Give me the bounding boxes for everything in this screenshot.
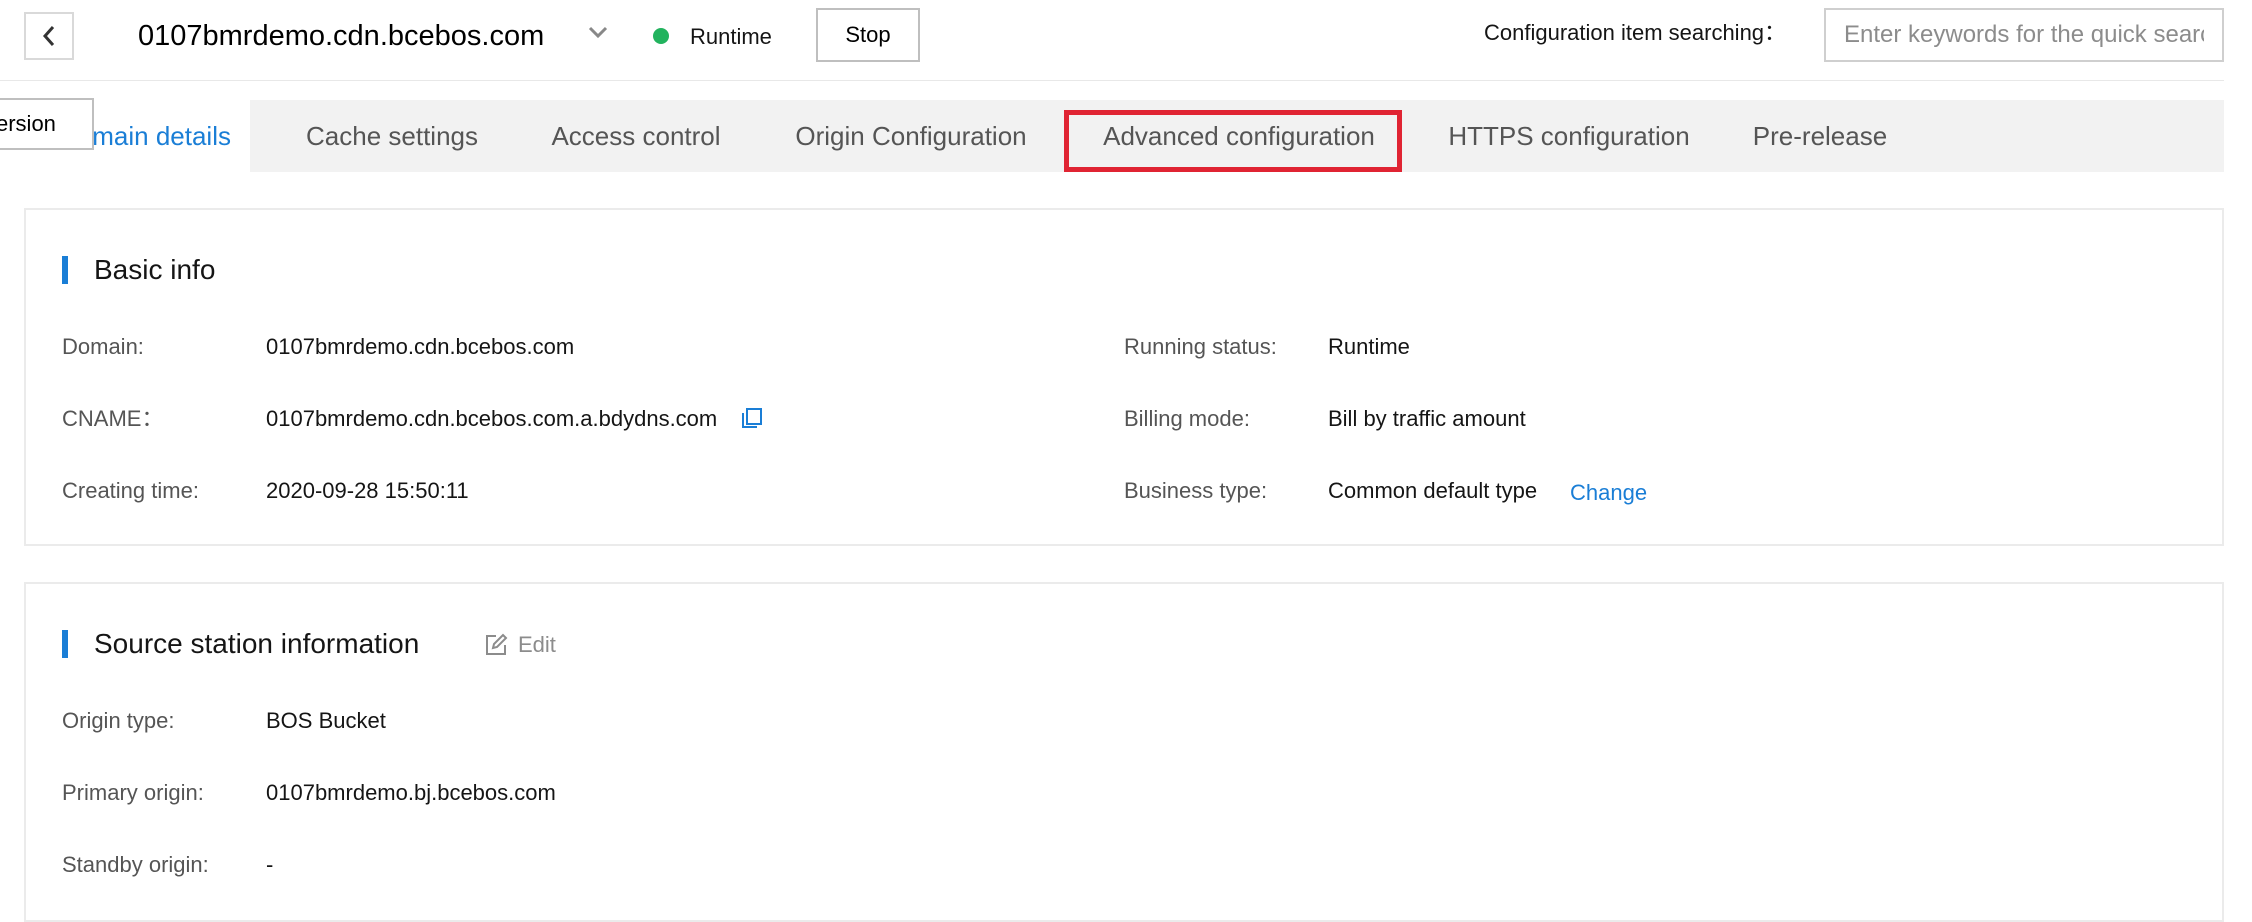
copy-icon[interactable] bbox=[740, 406, 764, 430]
edit-source-button[interactable]: Edit bbox=[484, 630, 556, 660]
version-tag[interactable]: ersion bbox=[0, 98, 94, 150]
cname-label: CNAME： bbox=[62, 406, 164, 431]
tab-highlight-box bbox=[1064, 110, 1402, 172]
billing-mode-value: Bill by traffic amount bbox=[1328, 406, 1526, 431]
header-divider bbox=[0, 80, 2224, 81]
status-dot bbox=[653, 28, 669, 44]
back-button[interactable] bbox=[24, 12, 74, 60]
business-type-value: Common default type bbox=[1328, 478, 1538, 503]
search-label: Configuration item searching： bbox=[1484, 20, 1787, 45]
change-business-type-link[interactable]: Change bbox=[1570, 478, 1647, 508]
chevron-left-icon bbox=[42, 26, 55, 46]
edit-icon bbox=[486, 633, 508, 655]
chevron-down-icon[interactable] bbox=[584, 18, 612, 46]
search-input[interactable] bbox=[1824, 8, 2224, 62]
cname-value: 0107bmrdemo.cdn.bcebos.com.a.bdydns.com bbox=[266, 406, 718, 431]
creating-time-value: 2020-09-28 15:50:11 bbox=[266, 478, 469, 503]
status-text: Runtime bbox=[690, 24, 772, 49]
creating-time-label: Creating time: bbox=[62, 478, 199, 503]
stop-button[interactable]: Stop bbox=[816, 8, 920, 62]
origin-type-value: BOS Bucket bbox=[266, 708, 386, 733]
business-type-label: Business type: bbox=[1124, 478, 1268, 503]
tab-pre-release[interactable]: Pre-release bbox=[1744, 100, 1896, 172]
edit-label: Edit bbox=[518, 632, 556, 657]
running-status-value: Runtime bbox=[1328, 334, 1410, 359]
primary-origin-value: 0107bmrdemo.bj.bcebos.com bbox=[266, 780, 556, 805]
billing-mode-label: Billing mode: bbox=[1124, 406, 1250, 431]
tab-origin-configuration[interactable]: Origin Configuration bbox=[778, 100, 1044, 172]
basic-info-title: Basic info bbox=[94, 254, 216, 285]
standby-origin-value: - bbox=[266, 852, 274, 877]
tab-cache-settings[interactable]: Cache settings bbox=[290, 100, 494, 172]
running-status-label: Running status: bbox=[1124, 334, 1277, 359]
domain-value: 0107bmrdemo.cdn.bcebos.com bbox=[266, 334, 575, 359]
origin-type-label: Origin type: bbox=[62, 708, 175, 733]
standby-origin-label: Standby origin: bbox=[62, 852, 209, 877]
tab-https-configuration[interactable]: HTTPS configuration bbox=[1434, 100, 1704, 172]
section-marker bbox=[62, 256, 68, 284]
source-station-title: Source station information bbox=[94, 628, 420, 659]
tab-access-control[interactable]: Access control bbox=[534, 100, 738, 172]
primary-origin-label: Primary origin: bbox=[62, 780, 204, 805]
section-marker bbox=[62, 630, 68, 658]
domain-label: Domain: bbox=[62, 334, 144, 359]
domain-title: 0107bmrdemo.cdn.bcebos.com bbox=[138, 20, 545, 52]
